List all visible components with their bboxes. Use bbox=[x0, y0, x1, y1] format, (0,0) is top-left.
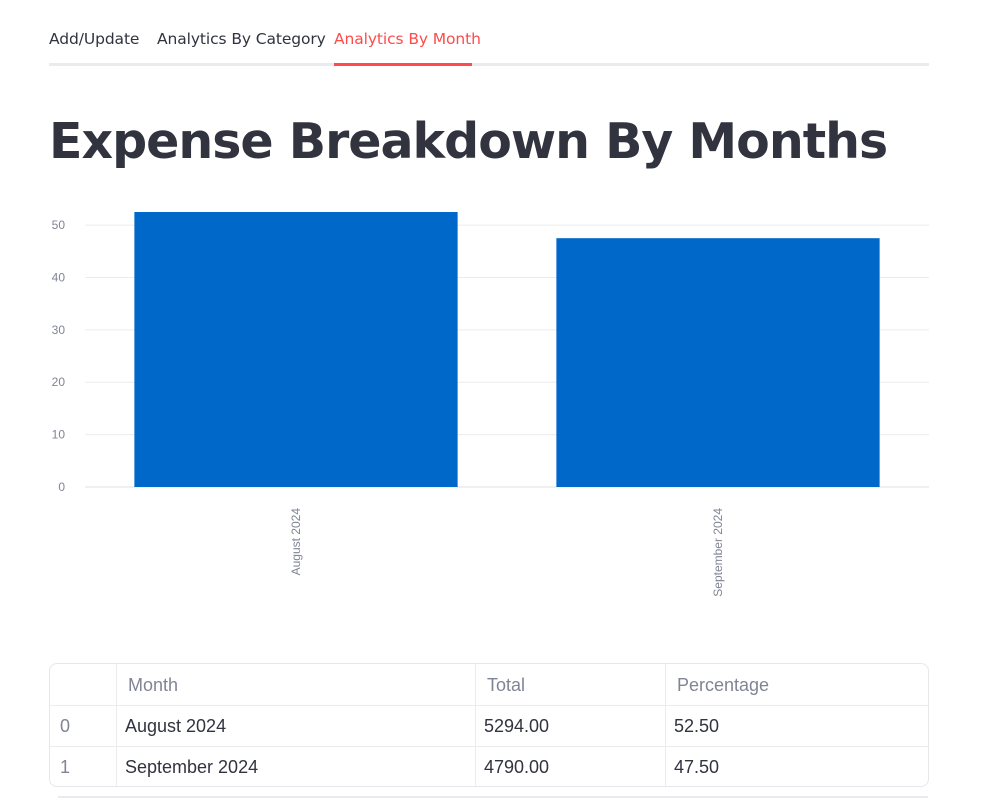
x-tick-label: September 2024 bbox=[711, 508, 725, 597]
bar-august-2024 bbox=[134, 212, 458, 487]
column-header-percentage[interactable]: Percentage bbox=[677, 664, 769, 705]
y-tick-label: 20 bbox=[52, 375, 66, 389]
y-tick-label: 10 bbox=[52, 428, 66, 442]
row-index: 1 bbox=[60, 757, 71, 777]
data-table: Month Total Percentage 0 August 2024 529… bbox=[49, 663, 929, 787]
y-tick-label: 40 bbox=[52, 270, 66, 284]
y-tick-label: 50 bbox=[52, 218, 66, 232]
active-tab-indicator bbox=[334, 63, 472, 66]
tab-analytics-by-category[interactable]: Analytics By Category bbox=[157, 30, 326, 48]
column-divider bbox=[665, 664, 666, 786]
percentage-cell[interactable]: 47.50 bbox=[674, 746, 719, 786]
tab-add-update[interactable]: Add/Update bbox=[49, 30, 139, 48]
bar-september-2024 bbox=[556, 238, 880, 487]
x-tick-label: August 2024 bbox=[289, 508, 303, 576]
column-divider bbox=[475, 664, 476, 786]
row-index: 0 bbox=[60, 716, 71, 736]
table-row[interactable]: 1 September 2024 4790.00 47.50 bbox=[50, 746, 928, 786]
column-header-month[interactable]: Month bbox=[128, 664, 178, 705]
tab-bar-divider bbox=[49, 63, 929, 66]
tab-bar: Add/Update Analytics By Category Analyti… bbox=[49, 22, 929, 66]
month-cell[interactable]: September 2024 bbox=[125, 746, 258, 786]
column-divider bbox=[116, 664, 117, 786]
table-header-row: Month Total Percentage bbox=[50, 664, 928, 706]
table-row[interactable]: 0 August 2024 5294.00 52.50 bbox=[50, 705, 928, 747]
total-cell[interactable]: 4790.00 bbox=[484, 746, 549, 786]
percentage-cell[interactable]: 52.50 bbox=[674, 705, 719, 746]
total-cell[interactable]: 5294.00 bbox=[484, 705, 549, 746]
tab-analytics-by-month[interactable]: Analytics By Month bbox=[334, 30, 481, 48]
bar-chart: 0 10 20 30 40 50 August 2024 September 2024 bbox=[52, 212, 929, 597]
bottom-scrollbar-track bbox=[58, 796, 928, 798]
y-tick-label: 0 bbox=[58, 480, 65, 494]
page-title: Expense Breakdown By Months bbox=[49, 113, 888, 170]
y-tick-label: 30 bbox=[52, 323, 66, 337]
month-cell[interactable]: August 2024 bbox=[125, 705, 226, 746]
column-header-total[interactable]: Total bbox=[487, 664, 525, 705]
